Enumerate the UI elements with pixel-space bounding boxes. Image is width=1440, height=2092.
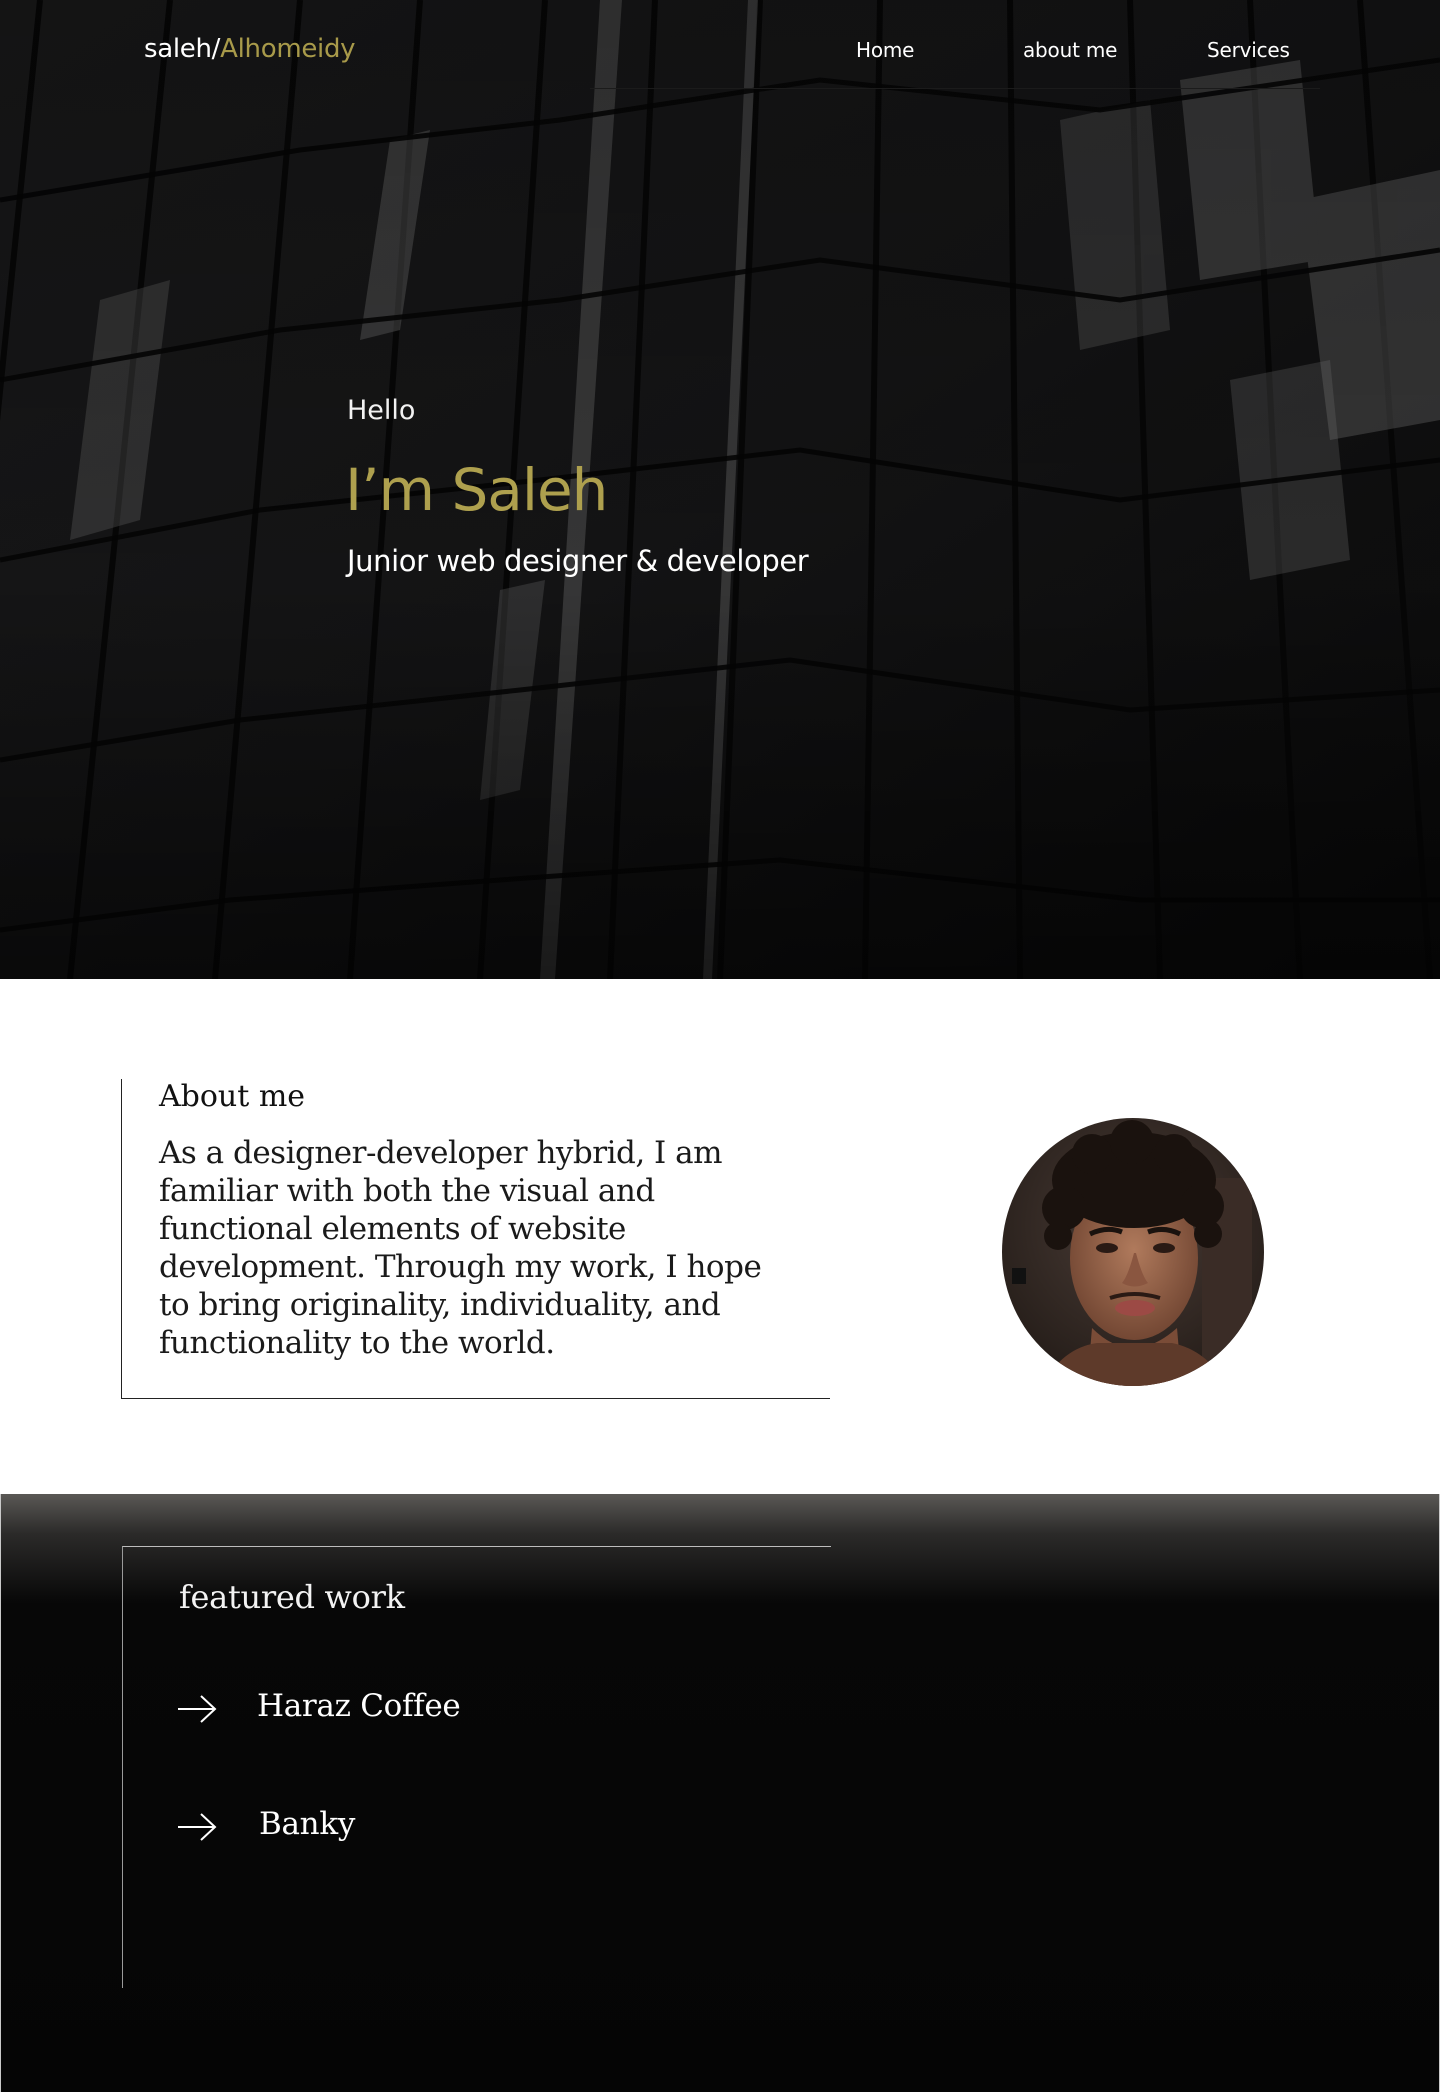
arrow-right-icon (178, 1813, 217, 1841)
featured-heading: featured work (179, 1578, 405, 1616)
work-item-label: Banky (259, 1806, 356, 1842)
nav-divider (590, 88, 1320, 89)
site-logo[interactable]: saleh/Alhomeidy (144, 34, 356, 64)
hero-name: I’m Saleh (345, 456, 608, 524)
nav-link-about-me[interactable]: about me (1023, 38, 1117, 62)
avatar (1002, 1118, 1264, 1386)
top-navigation: saleh/Alhomeidy Home about me Services (0, 0, 1440, 90)
work-item-haraz-coffee[interactable]: Haraz Coffee (177, 1688, 577, 1732)
about-body: As a designer-developer hybrid, I am fam… (159, 1135, 762, 1361)
nav-link-home[interactable]: Home (856, 38, 914, 62)
work-item-banky[interactable]: Banky (177, 1806, 577, 1850)
featured-work-section: featured work Haraz Coffee Banky (0, 1494, 1440, 2092)
portrait-photo (1002, 1118, 1264, 1386)
hero-section: saleh/Alhomeidy Home about me Services H… (0, 0, 1440, 979)
arrow-right-icon (178, 1695, 217, 1723)
logo-accent: Alhomeidy (220, 34, 356, 64)
hero-background-image (0, 0, 1440, 979)
work-item-label: Haraz Coffee (257, 1688, 461, 1724)
hero-role: Junior web designer & developer (347, 544, 809, 578)
hero-greeting: Hello (347, 395, 416, 426)
about-section: About me As a designer-developer hybrid,… (0, 979, 1440, 1494)
logo-name: saleh/ (144, 34, 221, 64)
about-heading: About me (159, 1079, 306, 1114)
nav-link-services[interactable]: Services (1207, 38, 1290, 62)
